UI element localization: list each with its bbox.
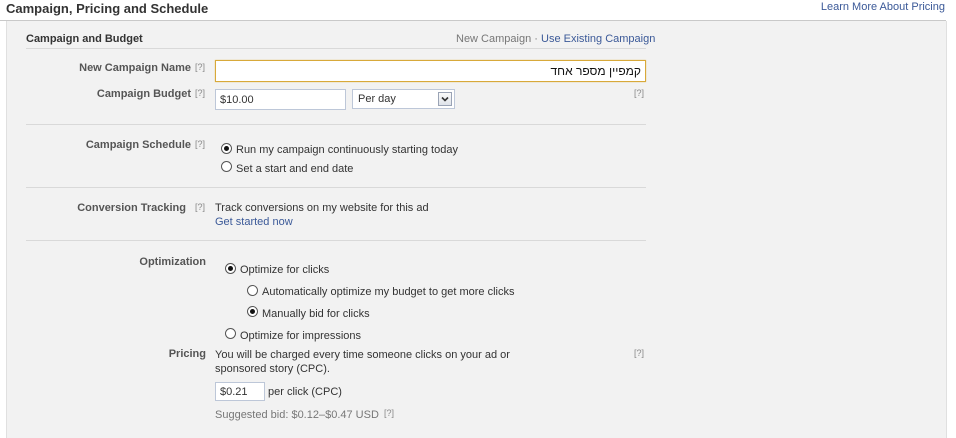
optimize-impressions-label: Optimize for impressions [240,330,362,342]
learn-more-pricing-link[interactable]: Learn More About Pricing [821,1,945,13]
optimization-label: Optimization [139,256,206,268]
optimize-impressions-radio[interactable] [225,328,236,339]
schedule-dates-label: Set a start and end date [236,163,354,175]
use-existing-campaign-link[interactable]: Use Existing Campaign [541,33,655,45]
suggested-bid-help[interactable]: [?] [384,408,394,418]
page-title: Campaign, Pricing and Schedule [6,1,209,16]
auto-optimize-label: Automatically optimize my budget to get … [262,286,515,298]
bid-input[interactable] [215,382,265,401]
auto-optimize-radio[interactable] [247,285,258,296]
campaign-name-help[interactable]: [?] [195,62,205,72]
chevron-down-icon[interactable] [438,92,452,106]
divider [26,48,646,49]
schedule-label: Campaign Schedule [85,139,191,151]
bid-unit: per click (CPC) [268,386,342,398]
schedule-dates-radio[interactable] [221,161,232,172]
conversion-text: Track conversions on my website for this… [215,202,429,214]
optimize-clicks-label: Optimize for clicks [240,264,330,276]
schedule-continuous-label: Run my campaign continuously starting to… [236,144,458,156]
pricing-description: You will be charged every time someone c… [215,349,510,375]
budget-help[interactable]: [?] [634,88,644,98]
campaign-name-input[interactable] [215,60,646,82]
section-title-campaign-budget: Campaign and Budget [26,33,143,45]
pricing-help[interactable]: [?] [634,348,644,358]
budget-period-value: Per day [358,93,396,105]
campaign-budget-input[interactable] [215,89,346,110]
conversion-help[interactable]: [?] [195,202,205,212]
divider [26,240,646,241]
schedule-help[interactable]: [?] [195,139,205,149]
get-started-link[interactable]: Get started now [215,216,293,228]
divider [26,124,646,125]
new-campaign-label: New Campaign [456,33,532,45]
campaign-budget-label: Campaign Budget [96,88,191,100]
schedule-continuous-radio[interactable] [221,143,232,154]
campaign-name-label: New Campaign Name [79,62,191,74]
separator: · [534,33,538,45]
manual-bid-label: Manually bid for clicks [262,308,370,320]
suggested-bid: Suggested bid: $0.12–$0.47 USD [215,409,379,421]
conversion-tracking-label: Conversion Tracking [77,202,186,214]
campaign-switch: New Campaign · Use Existing Campaign [456,33,655,45]
pricing-label: Pricing [168,348,206,360]
optimize-clicks-radio[interactable] [225,263,236,274]
campaign-budget-help[interactable]: [?] [195,88,205,98]
budget-period-select[interactable]: Per day [352,89,455,109]
manual-bid-radio[interactable] [247,306,258,317]
divider [26,187,646,188]
